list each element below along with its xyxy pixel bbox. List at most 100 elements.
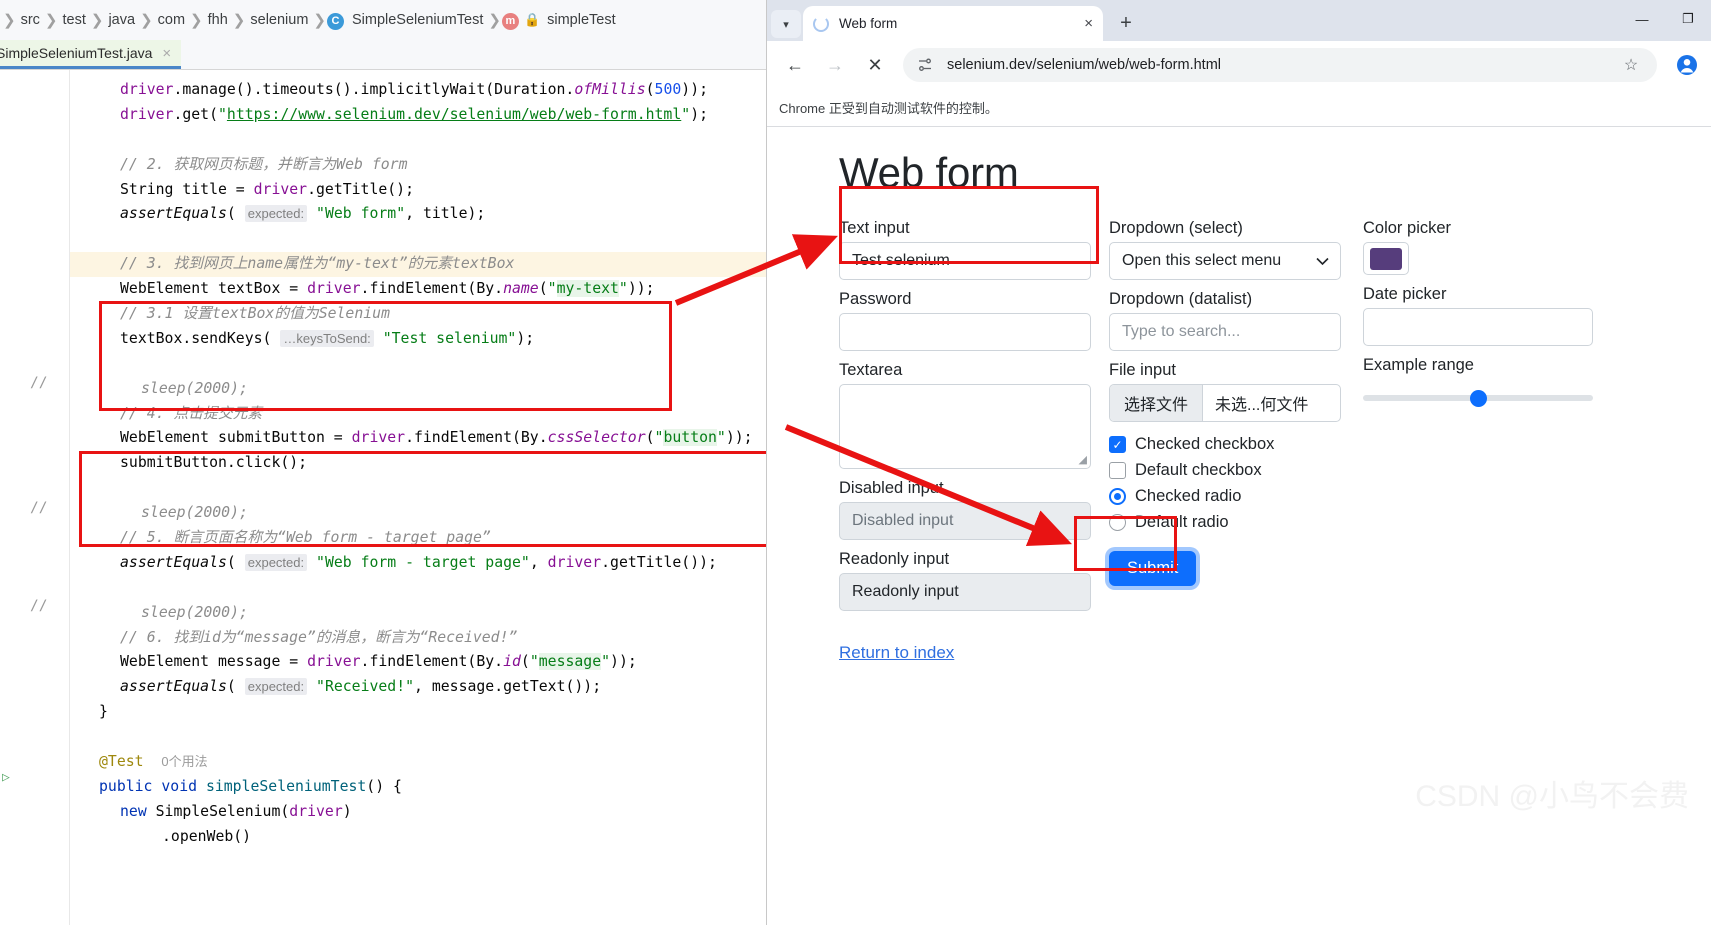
return-to-index-link[interactable]: Return to index	[839, 643, 1091, 663]
choose-file-button[interactable]: 选择文件	[1110, 385, 1204, 421]
code-line[interactable]: WebElement textBox = driver.findElement(…	[70, 277, 766, 302]
default-radio-row[interactable]: Default radio	[1109, 513, 1341, 532]
submit-button[interactable]: Submit	[1109, 551, 1197, 586]
code-line[interactable]: .openWeb()	[70, 825, 766, 850]
code-editor[interactable]: // // // ▷ driver.manage().timeouts().im…	[0, 70, 766, 925]
example-range-slider[interactable]	[1363, 389, 1593, 407]
maximize-button[interactable]: ❐	[1665, 0, 1711, 38]
site-settings-icon[interactable]	[915, 57, 935, 73]
code-line[interactable]: assertEquals( expected: "Web form", titl…	[70, 202, 766, 227]
readonly-input-field[interactable]: Readonly input	[839, 573, 1091, 611]
fold-marker[interactable]: //	[30, 598, 47, 614]
code-line[interactable]: new SimpleSelenium(driver)	[70, 800, 766, 825]
code-line[interactable]: sleep(2000);	[70, 377, 766, 402]
code-line[interactable]: submitButton.click();	[70, 451, 766, 476]
minimize-button[interactable]: —	[1619, 0, 1665, 38]
file-input-field[interactable]: 选择文件 未选...何文件	[1109, 384, 1341, 422]
readonly-input-label: Readonly input	[839, 550, 950, 568]
breadcrumb: ❯ src ❯ test ❯ java ❯ com ❯ fhh ❯ seleni…	[0, 0, 766, 40]
breadcrumb-item-com[interactable]: com	[154, 12, 189, 28]
tab-search-icon[interactable]: ▾	[771, 10, 801, 38]
code-line[interactable]: assertEquals( expected: "Received!", mes…	[70, 675, 766, 700]
default-checkbox-row[interactable]: Default checkbox	[1109, 461, 1341, 480]
code-line[interactable]: WebElement message = driver.findElement(…	[70, 650, 766, 675]
method-icon: m	[501, 12, 519, 30]
code-line[interactable]: textBox.sendKeys( …keysToSend: "Test sel…	[70, 327, 766, 352]
radio-unchecked-icon[interactable]	[1109, 514, 1126, 531]
code-line[interactable]: sleep(2000);	[70, 501, 766, 526]
bookmark-star-icon[interactable]: ☆	[1617, 55, 1645, 75]
code-line[interactable]	[70, 725, 766, 750]
new-tab-button[interactable]: +	[1111, 8, 1141, 38]
profile-avatar-icon[interactable]	[1671, 49, 1703, 81]
date-picker-field[interactable]	[1363, 308, 1593, 346]
file-input-label: File input	[1109, 361, 1176, 379]
code-line[interactable]: // 5. 断言页面名称为“Web form - target page”	[70, 526, 766, 551]
breadcrumb-item-src[interactable]: src	[17, 12, 44, 28]
code-line[interactable]	[70, 227, 766, 252]
code-line[interactable]: // 4. 点击提交元素	[70, 402, 766, 427]
browser-tab-title: Web form	[839, 16, 898, 31]
checkbox-unchecked-icon[interactable]	[1109, 462, 1126, 479]
chrome-browser-window: ▾ Web form × + — ❐ ← → ✕ selenium.dev/se…	[767, 0, 1711, 925]
fold-marker[interactable]: //	[30, 375, 47, 391]
fold-marker[interactable]: //	[30, 500, 47, 516]
textarea-field[interactable]: ◢	[839, 384, 1091, 469]
text-input-field[interactable]: Test selenium	[839, 242, 1091, 280]
password-field[interactable]	[839, 313, 1091, 351]
breadcrumb-item-java[interactable]: java	[104, 12, 139, 28]
code-line[interactable]	[70, 576, 766, 601]
back-button[interactable]: ←	[778, 48, 812, 82]
code-line[interactable]: assertEquals( expected: "Web form - targ…	[70, 551, 766, 576]
code-line[interactable]: // 6. 找到id为“message”的消息，断言为“Received!”	[70, 626, 766, 651]
breadcrumb-separator: ❯	[313, 12, 326, 29]
breadcrumb-item-method[interactable]: simpleTest	[543, 12, 620, 28]
dropdown-select-field[interactable]: Open this select menu	[1109, 242, 1341, 280]
range-slider-thumb[interactable]	[1470, 389, 1487, 407]
code-line[interactable]: public void simpleSeleniumTest() {	[70, 775, 766, 800]
breadcrumb-item-class[interactable]: SimpleSeleniumTest	[348, 12, 487, 28]
loading-spinner-icon	[813, 15, 829, 32]
code-line[interactable]	[70, 476, 766, 501]
code-line[interactable]	[70, 128, 766, 153]
code-line[interactable]: driver.get("https://www.selenium.dev/sel…	[70, 103, 766, 128]
code-line[interactable]: // 2. 获取网页标题，并断言为Web form	[70, 153, 766, 178]
code-line[interactable]: WebElement submitButton = driver.findEle…	[70, 426, 766, 451]
disabled-input-label: Disabled input	[839, 479, 944, 497]
run-gutter-icon[interactable]: ▷	[2, 770, 10, 785]
breadcrumb-item-fhh[interactable]: fhh	[204, 12, 232, 28]
automation-infobar-text: Chrome 正受到自动测试软件的控制。	[779, 101, 998, 116]
color-picker-field[interactable]	[1363, 242, 1409, 275]
resize-grip-icon[interactable]: ◢	[1079, 453, 1087, 466]
code-lines-container[interactable]: driver.manage().timeouts().implicitlyWai…	[70, 70, 766, 925]
code-line[interactable]: @Test 0个用法	[70, 750, 766, 775]
breadcrumb-item-selenium[interactable]: selenium	[246, 12, 312, 28]
radio-checked-icon[interactable]	[1109, 488, 1126, 505]
code-line[interactable]: // 3. 找到网页上name属性为“my-text”的元素textBox	[70, 252, 766, 278]
code-line[interactable]	[70, 352, 766, 377]
close-icon[interactable]: ×	[162, 45, 171, 62]
dropdown-datalist-field[interactable]: Type to search...	[1109, 313, 1341, 351]
code-line[interactable]: sleep(2000);	[70, 601, 766, 626]
editor-tab-simpleseleniumtest[interactable]: SimpleSeleniumTest.java ×	[0, 40, 182, 69]
code-line[interactable]: String title = driver.getTitle();	[70, 178, 766, 203]
file-name-text: 未选...何文件	[1215, 397, 1309, 414]
code-line[interactable]: driver.manage().timeouts().implicitlyWai…	[70, 78, 766, 103]
url-text: selenium.dev/selenium/web/web-form.html	[947, 57, 1221, 73]
close-icon[interactable]: ×	[1084, 15, 1093, 32]
address-bar[interactable]: selenium.dev/selenium/web/web-form.html …	[903, 48, 1657, 82]
chevron-down-icon[interactable]	[1316, 253, 1329, 269]
browser-tab-web-form[interactable]: Web form ×	[803, 6, 1103, 41]
code-line[interactable]: // 3.1 设置textBox的值为Selenium	[70, 302, 766, 327]
checked-radio-row[interactable]: Checked radio	[1109, 487, 1341, 506]
checkbox-checked-icon[interactable]: ✓	[1109, 436, 1126, 453]
stop-loading-button[interactable]: ✕	[858, 48, 892, 82]
editor-gutter[interactable]: // // // ▷	[0, 70, 70, 925]
checked-radio-label: Checked radio	[1135, 487, 1242, 505]
forward-button[interactable]: →	[818, 48, 852, 82]
checked-checkbox-row[interactable]: ✓ Checked checkbox	[1109, 435, 1341, 454]
code-line[interactable]: }	[70, 700, 766, 725]
breadcrumb-item-test[interactable]: test	[59, 12, 90, 28]
text-input-label: Text input	[839, 219, 910, 237]
form-column-1: Text input Test selenium Password Textar…	[839, 219, 1091, 663]
